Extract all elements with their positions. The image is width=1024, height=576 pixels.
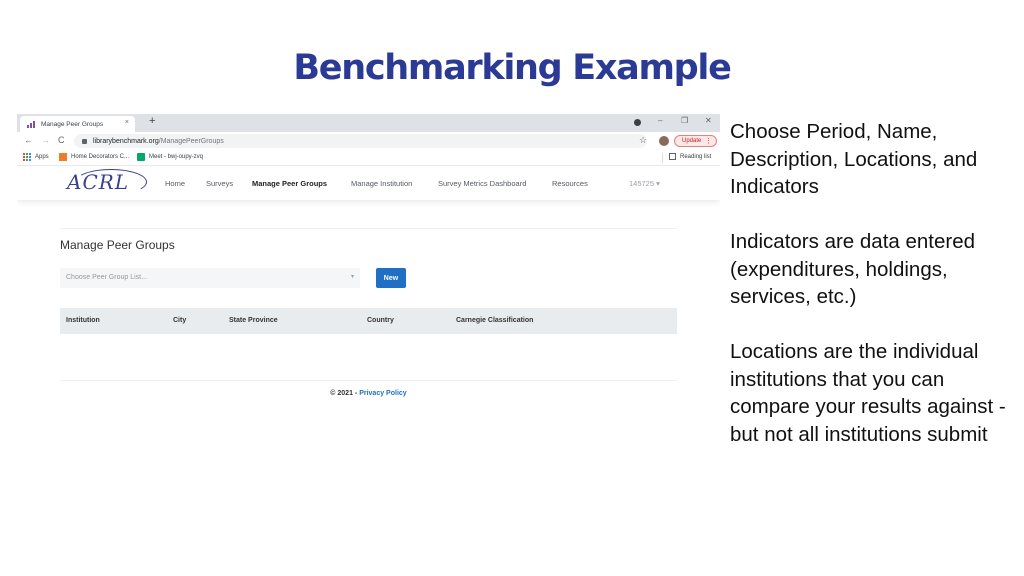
footer: © 2021 - Privacy Policy	[17, 390, 720, 397]
new-button[interactable]: New	[376, 268, 406, 288]
nav-surveys[interactable]: Surveys	[206, 179, 233, 188]
page-heading: Manage Peer Groups	[60, 238, 175, 252]
home-decorators-icon	[59, 153, 67, 161]
nav-manage-peer-groups[interactable]: Manage Peer Groups	[252, 179, 327, 188]
bookmark-star-icon[interactable]: ☆	[639, 135, 647, 146]
minimize-icon[interactable]: –	[658, 116, 662, 125]
browser-toolbar: ← → C librarybenchmark.org /ManagePeerGr…	[17, 132, 720, 150]
column-carnegie-classification[interactable]: Carnegie Classification	[456, 317, 533, 324]
chart-favicon-icon	[27, 120, 36, 128]
privacy-policy-link[interactable]: Privacy Policy	[359, 390, 406, 397]
bookmark-label: Apps	[35, 154, 49, 160]
extension-icon[interactable]	[634, 119, 641, 126]
acrl-logo[interactable]: ACRL	[67, 170, 129, 194]
column-country[interactable]: Country	[367, 317, 394, 324]
close-window-icon[interactable]: ✕	[705, 116, 712, 125]
back-arrow-icon[interactable]: ←	[24, 135, 33, 145]
new-tab-button[interactable]: +	[149, 115, 155, 127]
copyright-text: © 2021 -	[330, 390, 360, 397]
nav-survey-metrics-dashboard[interactable]: Survey Metrics Dashboard	[438, 179, 526, 188]
reload-icon[interactable]: C	[58, 135, 65, 145]
restore-icon[interactable]: ❐	[681, 116, 688, 125]
column-state-province[interactable]: State Province	[229, 317, 278, 324]
slide-title: Benchmarking Example	[293, 48, 731, 88]
reading-list-label: Reading list	[680, 153, 712, 160]
divider	[60, 380, 677, 381]
browser-tab[interactable]: Manage Peer Groups ×	[20, 116, 135, 132]
bookmarks-bar: Apps Home Decorators C... Meet - bwj-oup…	[17, 150, 720, 166]
bookmark-label: Home Decorators C...	[71, 154, 130, 160]
url-domain: librarybenchmark.org	[93, 137, 159, 145]
forward-arrow-icon[interactable]: →	[41, 135, 50, 145]
column-city[interactable]: City	[173, 317, 186, 324]
note-indicators: Indicators are data entered (expenditure…	[730, 230, 976, 308]
bookmark-meet[interactable]: Meet - bwj-oupy-zvq	[137, 153, 203, 161]
google-meet-icon	[137, 153, 145, 161]
browser-screenshot: Manage Peer Groups × + – ❐ ✕ ← → C libra…	[17, 114, 720, 414]
user-id-dropdown[interactable]: 145725 ▾	[629, 179, 660, 188]
bookmark-apps[interactable]: Apps	[23, 153, 49, 161]
chevron-down-icon: ▾	[350, 274, 354, 280]
select-placeholder: Choose Peer Group List...	[66, 274, 147, 281]
divider	[662, 153, 663, 163]
url-path: /ManagePeerGroups	[158, 137, 224, 145]
apps-grid-icon	[23, 153, 31, 161]
note-locations: Locations are the individual institution…	[730, 340, 1006, 446]
nav-manage-institution[interactable]: Manage Institution	[351, 179, 412, 188]
divider	[60, 228, 677, 229]
tab-strip: Manage Peer Groups × + – ❐ ✕	[17, 114, 720, 132]
tab-title: Manage Peer Groups	[41, 120, 104, 128]
bookmark-label: Meet - bwj-oupy-zvq	[149, 154, 204, 160]
peer-group-select[interactable]: Choose Peer Group List... ▾	[60, 268, 360, 288]
address-bar[interactable]: librarybenchmark.org /ManagePeerGroups	[74, 134, 647, 148]
update-button[interactable]: Update ⋮	[674, 135, 717, 147]
site-navbar: ACRL Home Surveys Manage Peer Groups Man…	[17, 167, 720, 200]
menu-dots-icon: ⋮	[705, 138, 712, 145]
reading-list-icon	[669, 153, 676, 160]
update-label: Update	[682, 138, 702, 144]
slide-notes: Choose Period, Name, Description, Locati…	[730, 118, 1020, 476]
column-institution[interactable]: Institution	[66, 317, 100, 324]
close-tab-icon[interactable]: ×	[125, 119, 129, 126]
reading-list-button[interactable]: Reading list	[669, 153, 711, 160]
table-header: Institution City State Province Country …	[60, 308, 677, 334]
avatar[interactable]	[659, 136, 669, 146]
bookmark-home-decorators[interactable]: Home Decorators C...	[59, 153, 129, 161]
lock-icon	[82, 138, 87, 144]
note-choose-period: Choose Period, Name, Description, Locati…	[730, 120, 978, 198]
nav-home[interactable]: Home	[165, 179, 185, 188]
nav-resources[interactable]: Resources	[552, 179, 588, 188]
